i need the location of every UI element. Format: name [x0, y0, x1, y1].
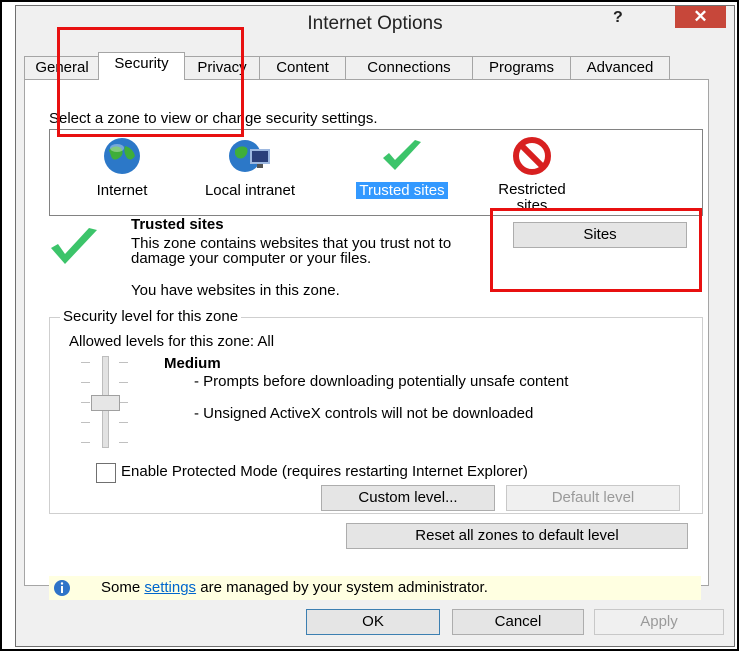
- restricted-icon: [513, 137, 551, 175]
- allowed-levels-label: Allowed levels for this zone: All: [69, 333, 275, 350]
- zone-restricted-sites-label: Restricted sites: [498, 181, 566, 214]
- tab-privacy[interactable]: Privacy: [184, 56, 260, 79]
- default-level-button[interactable]: Default level: [506, 485, 680, 511]
- custom-level-button[interactable]: Custom level...: [321, 485, 495, 511]
- tab-security[interactable]: Security: [98, 52, 185, 80]
- globe-icon: [104, 138, 140, 174]
- info-icon: [54, 580, 70, 596]
- zone-description: This zone contains websites that you tru…: [131, 235, 452, 267]
- tab-general[interactable]: General: [24, 56, 100, 79]
- zone-restricted-sites[interactable]: Restricted sites: [482, 136, 582, 214]
- slider-thumb[interactable]: [91, 395, 120, 411]
- level-bullet-1: - Prompts before downloading potentially…: [194, 373, 569, 390]
- admin-notice: Some settings are managed by your system…: [49, 576, 701, 600]
- zone-local-intranet-label: Local intranet: [204, 182, 296, 199]
- admin-notice-text: Some settings are managed by your system…: [101, 579, 488, 596]
- protected-mode-label: Enable Protected Mode (requires restarti…: [121, 463, 528, 480]
- zone-trusted-sites[interactable]: Trusted sites: [337, 136, 467, 199]
- tab-programs[interactable]: Programs: [472, 56, 571, 79]
- security-level-slider[interactable]: [69, 356, 141, 448]
- trusted-checkmark-icon: [51, 228, 97, 264]
- cancel-button[interactable]: Cancel: [452, 609, 584, 635]
- level-bullet-2: - Unsigned ActiveX controls will not be …: [194, 405, 534, 422]
- window-title: Internet Options: [307, 13, 443, 34]
- help-button[interactable]: ?: [613, 9, 623, 27]
- apply-button[interactable]: Apply: [594, 609, 724, 635]
- internet-options-dialog: Internet Options ? ✕ General Security Pr…: [15, 5, 735, 647]
- zone-local-intranet[interactable]: Local intranet: [190, 136, 310, 199]
- checkmark-icon: [383, 140, 421, 170]
- zone-list: Internet Local intranet Trusted sites Re…: [49, 129, 703, 216]
- zone-trusted-sites-label: Trusted sites: [356, 182, 448, 199]
- screenshot-frame: Internet Options ? ✕ General Security Pr…: [0, 0, 739, 651]
- reset-all-zones-button[interactable]: Reset all zones to default level: [346, 523, 688, 549]
- ok-button[interactable]: OK: [306, 609, 440, 635]
- zone-prompt: Select a zone to view or change security…: [49, 110, 378, 127]
- tab-connections[interactable]: Connections: [345, 56, 473, 79]
- tab-content[interactable]: Content: [259, 56, 346, 79]
- sites-button[interactable]: Sites: [513, 222, 687, 248]
- settings-link[interactable]: settings: [144, 579, 196, 596]
- zone-internet[interactable]: Internet: [78, 136, 166, 199]
- zone-status: You have websites in this zone.: [131, 282, 340, 299]
- intranet-icon: [229, 140, 270, 172]
- close-button[interactable]: ✕: [675, 6, 726, 28]
- notice-suffix: are managed by your system administrator…: [196, 579, 488, 596]
- tab-advanced[interactable]: Advanced: [570, 56, 670, 79]
- title-bar: Internet Options ? ✕: [16, 6, 734, 40]
- level-name: Medium: [164, 355, 221, 372]
- zone-title: Trusted sites: [131, 216, 224, 233]
- notice-prefix: Some: [101, 579, 145, 596]
- protected-mode-checkbox[interactable]: [96, 463, 116, 483]
- zone-internet-label: Internet: [96, 182, 148, 199]
- security-level-legend: Security level for this zone: [60, 308, 242, 325]
